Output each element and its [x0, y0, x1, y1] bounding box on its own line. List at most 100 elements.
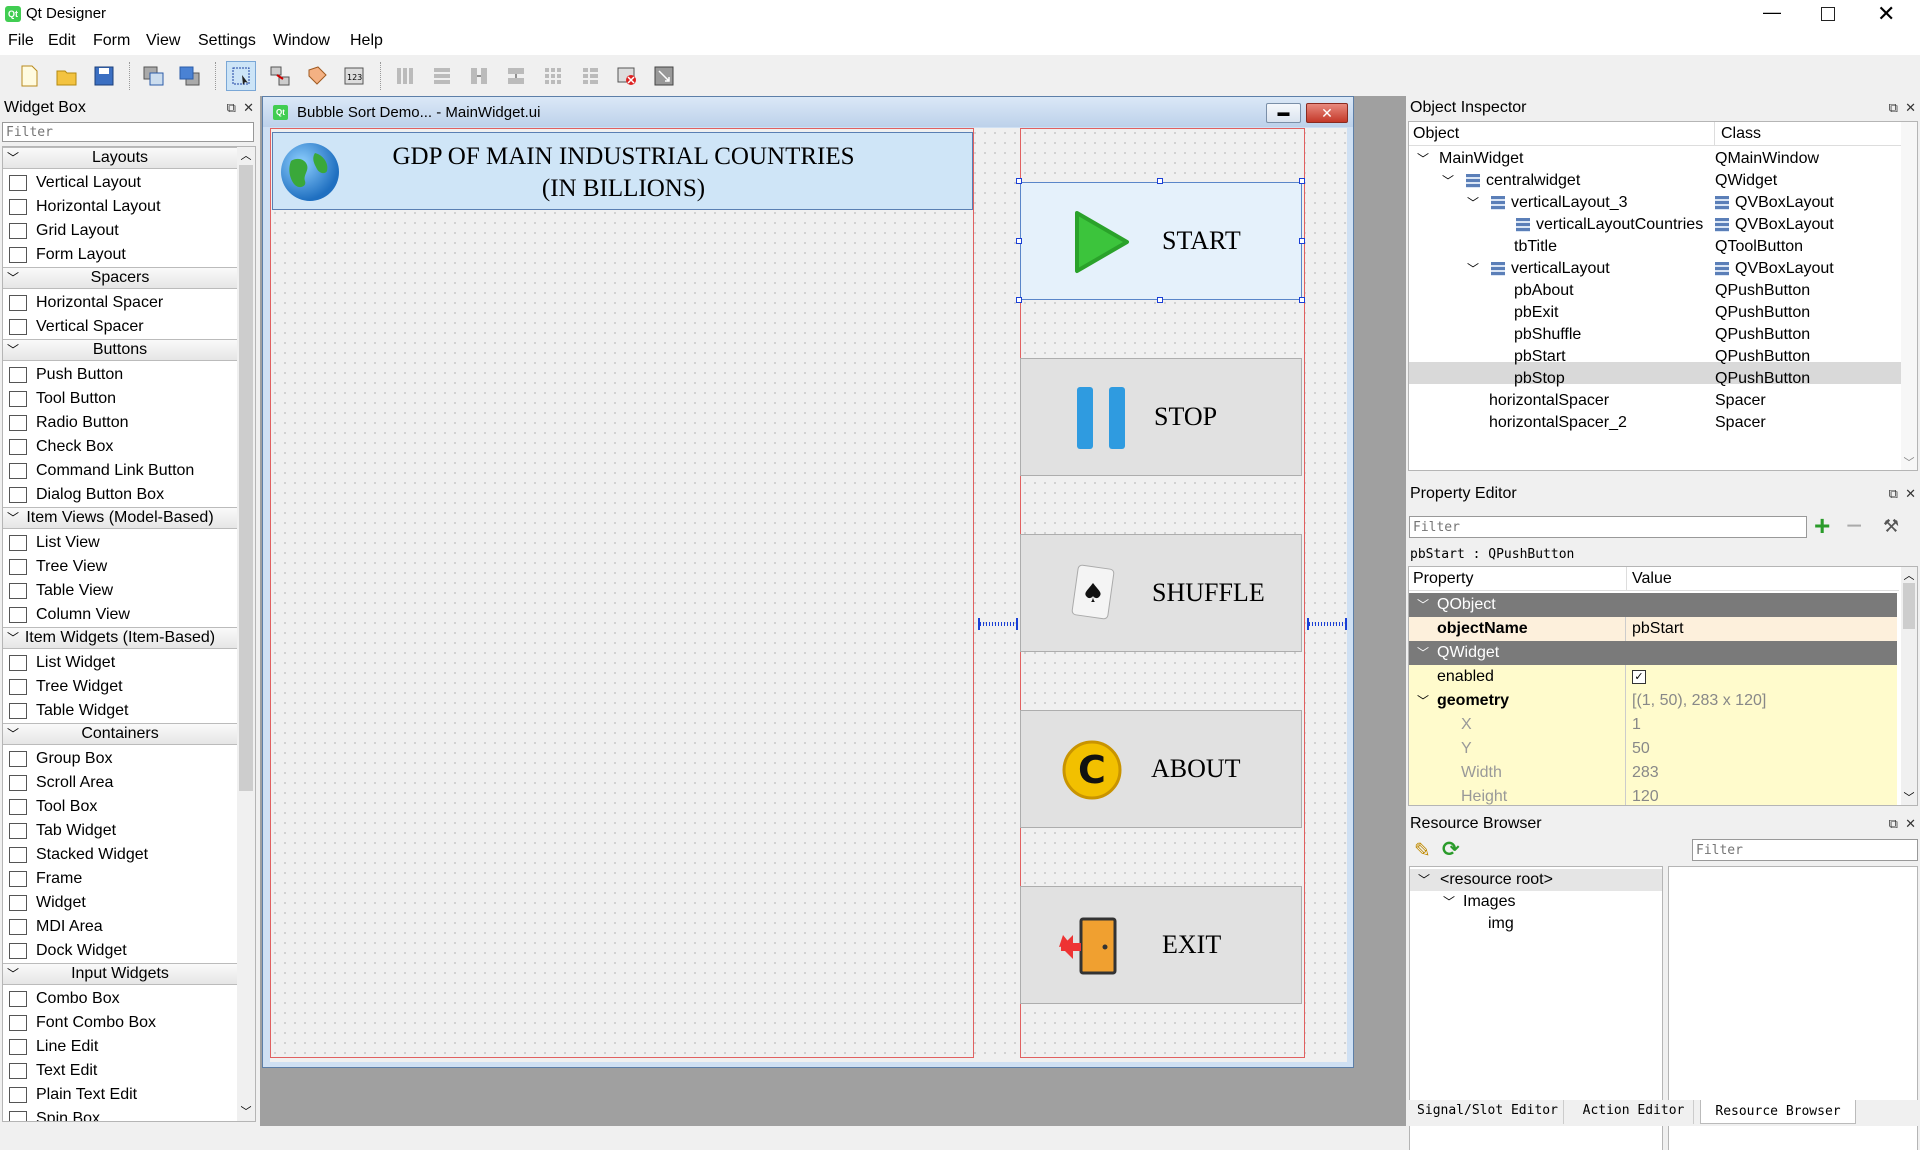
pe-col-property[interactable]: Property: [1413, 570, 1473, 588]
chevron-down-icon[interactable]: ﹀: [7, 628, 19, 648]
widget-box-item[interactable]: Font Combo Box: [3, 1011, 237, 1035]
form-close-icon[interactable]: ✕: [1306, 103, 1348, 123]
property-row[interactable]: Height 120: [1409, 785, 1897, 805]
bring-to-front-icon[interactable]: [175, 61, 205, 91]
widget-box-item[interactable]: Vertical Spacer: [3, 315, 237, 339]
widget-box-item[interactable]: List Widget: [3, 651, 237, 675]
widget-box-item[interactable]: Text Edit: [3, 1059, 237, 1083]
property-filter[interactable]: [1409, 516, 1807, 538]
widget-box-item[interactable]: List View: [3, 531, 237, 555]
break-layout-icon[interactable]: [612, 61, 642, 91]
resource-img-label[interactable]: img: [1488, 915, 1514, 933]
widget-box-item[interactable]: Table Widget: [3, 699, 237, 723]
widget-box-item[interactable]: Tool Box: [3, 795, 237, 819]
object-tree-row[interactable]: pbExit QPushButton: [1409, 302, 1901, 324]
object-tree-row[interactable]: ﹀ centralwidget QWidget: [1409, 170, 1901, 192]
property-row[interactable]: Y 50: [1409, 737, 1897, 761]
chevron-down-icon[interactable]: ﹀: [1442, 170, 1454, 192]
layout-vertical-splitter-icon[interactable]: [501, 61, 531, 91]
widget-box-item[interactable]: Horizontal Spacer: [3, 291, 237, 315]
edit-buddies-icon[interactable]: [302, 61, 332, 91]
object-tree-row[interactable]: ﹀ verticalLayout QVBoxLayout: [1409, 258, 1901, 280]
widget-category-header[interactable]: ﹀ Containers: [3, 723, 237, 745]
pe-float-close-icons[interactable]: ⧉ ✕: [1889, 482, 1916, 506]
chevron-down-icon[interactable]: ﹀: [1418, 871, 1430, 888]
widget-box-item[interactable]: Table View: [3, 579, 237, 603]
widget-box-item[interactable]: Widget: [3, 891, 237, 915]
edit-tab-order-icon[interactable]: 123: [339, 61, 369, 91]
pe-col-value[interactable]: Value: [1632, 570, 1672, 588]
vertical-layout-countries[interactable]: [270, 128, 974, 1058]
property-row[interactable]: Width 283: [1409, 761, 1897, 785]
object-tree-row[interactable]: pbShuffle QPushButton: [1409, 324, 1901, 346]
adjust-size-icon[interactable]: [649, 61, 679, 91]
chevron-down-icon[interactable]: ﹀: [7, 340, 19, 360]
widget-box-item[interactable]: Vertical Layout: [3, 171, 237, 195]
widget-box-item[interactable]: Tab Widget: [3, 819, 237, 843]
widget-box-item[interactable]: Check Box: [3, 435, 237, 459]
layout-horizontal-splitter-icon[interactable]: [464, 61, 494, 91]
object-tree-row[interactable]: ﹀ MainWidget QMainWindow: [1409, 148, 1901, 170]
widget-box-item[interactable]: Radio Button: [3, 411, 237, 435]
widget-box-item[interactable]: Column View: [3, 603, 237, 627]
widget-category-header[interactable]: ﹀ Layouts: [3, 147, 237, 169]
oi-col-object[interactable]: Object: [1413, 125, 1459, 143]
widget-box-item[interactable]: Horizontal Layout: [3, 195, 237, 219]
about-button[interactable]: C ABOUT: [1020, 710, 1302, 828]
widget-box-item[interactable]: Combo Box: [3, 987, 237, 1011]
widget-category-header[interactable]: ﹀ Spacers: [3, 267, 237, 289]
widget-box-item[interactable]: Tree View: [3, 555, 237, 579]
widget-box-item[interactable]: Push Button: [3, 363, 237, 387]
send-to-back-icon[interactable]: [139, 61, 169, 91]
resource-filter[interactable]: [1692, 839, 1918, 861]
widget-box-item[interactable]: Dialog Button Box: [3, 483, 237, 507]
reload-icon[interactable]: ⟳: [1442, 837, 1460, 862]
layout-grid-icon[interactable]: [538, 61, 568, 91]
widget-box-item[interactable]: Spin Box: [3, 1107, 237, 1121]
chevron-down-icon[interactable]: ﹀: [1443, 893, 1455, 910]
menu-edit[interactable]: Edit: [48, 32, 76, 50]
object-tree-row[interactable]: horizontalSpacer Spacer: [1409, 390, 1901, 412]
widget-box-item[interactable]: Plain Text Edit: [3, 1083, 237, 1107]
widget-box-item[interactable]: Form Layout: [3, 243, 237, 267]
object-tree-row[interactable]: pbStart QPushButton: [1409, 346, 1901, 368]
menu-file[interactable]: File: [8, 32, 34, 50]
property-row[interactable]: enabled ✓: [1409, 665, 1897, 689]
new-file-icon[interactable]: [14, 61, 44, 91]
widget-box-scrollbar[interactable]: ︿ ﹀: [237, 147, 255, 1121]
shuffle-button[interactable]: SHUFFLE: [1020, 534, 1302, 652]
close-icon[interactable]: ✕: [1877, 1, 1895, 27]
resource-images-label[interactable]: Images: [1463, 893, 1515, 911]
chevron-down-icon[interactable]: ﹀: [7, 724, 19, 744]
property-row[interactable]: X1: [1409, 713, 1897, 737]
widget-box-item[interactable]: Tree Widget: [3, 675, 237, 699]
open-file-icon[interactable]: [52, 61, 82, 91]
resource-root-row[interactable]: ﹀ <resource root>: [1410, 869, 1662, 891]
object-tree-row[interactable]: pbStop QPushButton: [1409, 368, 1901, 390]
chevron-down-icon[interactable]: ﹀: [1467, 258, 1479, 280]
rb-float-close-icons[interactable]: ⧉ ✕: [1889, 812, 1916, 836]
widget-box-item[interactable]: Line Edit: [3, 1035, 237, 1059]
start-button[interactable]: START: [1020, 182, 1302, 300]
property-row[interactable]: ﹀ QObject: [1409, 593, 1897, 617]
tab-signal-slot-editor[interactable]: Signal/Slot Editor: [1412, 1100, 1564, 1124]
tab-resource-browser[interactable]: Resource Browser: [1700, 1100, 1856, 1124]
edit-resources-icon[interactable]: ✎: [1414, 838, 1431, 863]
menu-view[interactable]: View: [146, 32, 180, 50]
widget-box-item[interactable]: Frame: [3, 867, 237, 891]
widget-box-item[interactable]: MDI Area: [3, 915, 237, 939]
widget-box-item[interactable]: Scroll Area: [3, 771, 237, 795]
widget-category-header[interactable]: ﹀ Item Widgets (Item-Based): [3, 627, 237, 649]
oi-float-close-icons[interactable]: ⧉ ✕: [1889, 96, 1916, 120]
menu-window[interactable]: Window: [273, 32, 330, 50]
widget-box-item[interactable]: Grid Layout: [3, 219, 237, 243]
chevron-down-icon[interactable]: ﹀: [1467, 192, 1479, 214]
stop-button[interactable]: STOP: [1020, 358, 1302, 476]
configure-icon[interactable]: ⚒: [1883, 516, 1899, 537]
widget-box-item[interactable]: Tool Button: [3, 387, 237, 411]
remove-property-icon[interactable]: −: [1846, 512, 1862, 540]
object-tree-row[interactable]: pbAbout QPushButton: [1409, 280, 1901, 302]
menu-settings[interactable]: Settings: [198, 32, 256, 50]
property-row[interactable]: objectName pbStart: [1409, 617, 1897, 641]
form-minimize-icon[interactable]: ▬: [1266, 103, 1301, 123]
